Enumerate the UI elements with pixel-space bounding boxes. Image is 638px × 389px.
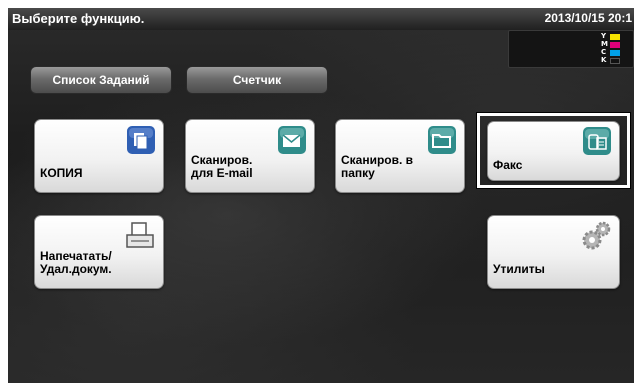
header-bar: Выберите функцию. 2013/10/15 20:1: [8, 8, 634, 30]
toner-bar-y: [610, 34, 620, 40]
utilities-tile-label: Утилиты: [493, 262, 545, 276]
datetime-display: 2013/10/15 20:1: [544, 11, 632, 25]
fax-tile-label: Факс: [493, 158, 523, 172]
toner-letter-m: M: [601, 40, 608, 48]
toner-letter-k: K: [601, 56, 607, 64]
copy-tile-label: КОПИЯ: [40, 166, 83, 180]
copy-icon: [127, 126, 155, 154]
toner-status-panel[interactable]: Y M C K: [508, 30, 634, 68]
instruction-text: Выберите функцию.: [12, 11, 145, 26]
gear-icon: [582, 221, 611, 250]
counter-button-label: Счетчик: [232, 73, 282, 87]
scan-email-tile[interactable]: Сканиров. для E-mail: [185, 119, 315, 193]
scan-email-tile-label: Сканиров. для E-mail: [191, 153, 253, 180]
toner-bar-m: [610, 42, 620, 48]
email-icon: [278, 126, 306, 154]
print-delete-tile[interactable]: Напечатать/ Удал.докум.: [34, 215, 164, 289]
toner-letter-y: Y: [601, 32, 607, 40]
toner-bar-k: [610, 58, 620, 64]
folder-icon: [428, 126, 456, 154]
job-list-button-label: Список Заданий: [52, 73, 150, 87]
fax-tile[interactable]: Факс: [487, 121, 620, 181]
scan-folder-tile-label: Сканиров. в папку: [341, 153, 414, 180]
print-delete-tile-label: Напечатать/ Удал.докум.: [40, 249, 112, 276]
toner-bar-c: [610, 50, 620, 56]
copy-tile[interactable]: КОПИЯ: [34, 119, 164, 193]
utilities-tile[interactable]: Утилиты: [487, 215, 620, 289]
scan-folder-tile[interactable]: Сканиров. в папку: [335, 119, 465, 193]
job-list-button[interactable]: Список Заданий: [30, 66, 172, 94]
mfp-control-panel-screen: Выберите функцию. 2013/10/15 20:1 Y M C …: [8, 8, 634, 383]
toner-level-indicator: Y M C K: [601, 32, 631, 65]
printer-icon: [126, 222, 154, 248]
toner-letter-c: C: [601, 48, 607, 56]
counter-button[interactable]: Счетчик: [186, 66, 328, 94]
fax-icon: [583, 127, 611, 155]
